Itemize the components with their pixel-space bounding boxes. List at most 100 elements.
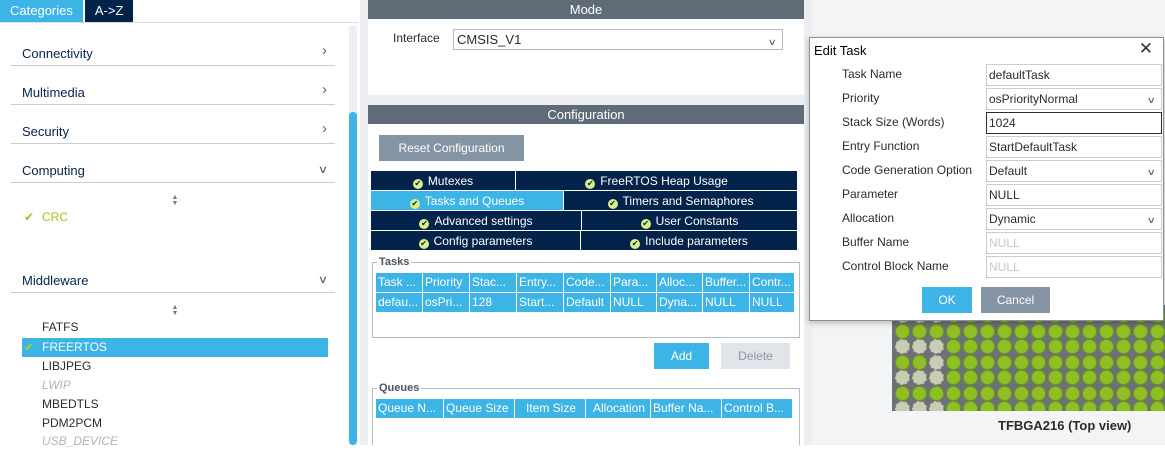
chip-pin[interactable]	[929, 339, 944, 354]
chip-pin[interactable]	[946, 385, 961, 401]
chip-pin[interactable]	[1014, 401, 1029, 411]
chip-pin[interactable]	[1133, 354, 1148, 370]
chip-pin[interactable]	[1099, 339, 1114, 354]
tab-mutexes[interactable]: ✔ Mutexes	[371, 171, 516, 191]
delete-task-button[interactable]: Delete	[721, 343, 790, 369]
tab-timers-and-semaphores[interactable]: ✔ Timers and Semaphores	[564, 191, 798, 211]
chip-pin[interactable]	[1014, 354, 1029, 370]
column-header[interactable]: Queue N...	[376, 399, 444, 418]
chip-pin[interactable]	[895, 370, 910, 385]
chip-pin[interactable]	[1133, 323, 1148, 339]
chip-pin[interactable]	[1082, 339, 1097, 354]
category-middleware[interactable]: Middleware ∨	[11, 265, 335, 293]
chip-pin[interactable]	[963, 323, 978, 339]
chip-pin[interactable]	[1048, 370, 1063, 385]
chip-pin[interactable]	[1048, 339, 1063, 354]
column-header[interactable]: Task ...	[376, 273, 423, 292]
chip-pin[interactable]	[895, 401, 910, 411]
category-computing[interactable]: Computing ∨	[11, 155, 335, 183]
chip-pin[interactable]	[1099, 323, 1114, 339]
column-header[interactable]: Buffer Na...	[651, 399, 722, 418]
chip-pin[interactable]	[1116, 385, 1131, 401]
chip-pin[interactable]	[1082, 323, 1097, 339]
chip-pin[interactable]	[963, 354, 978, 370]
chip-pin[interactable]	[980, 323, 995, 339]
chip-pin[interactable]	[997, 385, 1012, 401]
chip-pin[interactable]	[1048, 354, 1063, 370]
chip-pin[interactable]	[980, 401, 995, 411]
entry-function-input[interactable]: StartDefaultTask	[986, 136, 1162, 158]
priority-select[interactable]: osPriorityNormal ∨	[986, 88, 1162, 110]
category-multimedia[interactable]: Multimedia ›	[11, 77, 335, 105]
list-item-mbedtls[interactable]: MBEDTLS	[22, 395, 328, 414]
tab-freertos-heap-usage[interactable]: ✔ FreeRTOS Heap Usage	[516, 171, 798, 191]
stack-size-input[interactable]: 1024	[986, 112, 1162, 134]
reset-configuration-button[interactable]: Reset Configuration	[379, 135, 524, 161]
chip-pin[interactable]	[1150, 339, 1165, 354]
ok-button[interactable]: OK	[922, 287, 972, 313]
chip-pin[interactable]	[963, 339, 978, 354]
chip-pin[interactable]	[1048, 385, 1063, 401]
chip-pin[interactable]	[997, 339, 1012, 354]
chip-pin[interactable]	[1031, 385, 1046, 401]
allocation-select[interactable]: Dynamic ∨	[986, 208, 1162, 230]
chip-pin[interactable]	[1065, 323, 1080, 339]
tab-user-constants[interactable]: ✔ User Constants	[582, 211, 798, 231]
control-block-name-input[interactable]: NULL	[986, 256, 1162, 278]
list-item-pdm2pcm[interactable]: PDM2PCM	[22, 414, 328, 433]
chip-pin[interactable]	[1099, 401, 1114, 411]
column-header[interactable]: Entry...	[517, 273, 564, 292]
chip-pin[interactable]	[1065, 339, 1080, 354]
chip-pin[interactable]	[980, 385, 995, 401]
chip-pin[interactable]	[929, 354, 944, 370]
chip-pin[interactable]	[929, 401, 944, 411]
chip-pin[interactable]	[997, 370, 1012, 385]
chip-pin[interactable]	[946, 354, 961, 370]
chip-pin[interactable]	[1048, 323, 1063, 339]
chip-pin[interactable]	[912, 401, 927, 411]
add-task-button[interactable]: Add	[654, 343, 709, 369]
chip-pin[interactable]	[1014, 385, 1029, 401]
chip-pin[interactable]	[1014, 370, 1029, 385]
close-icon[interactable]: ✕	[1139, 39, 1153, 59]
chip-pin[interactable]	[1150, 354, 1165, 370]
task-name-input[interactable]: defaultTask	[986, 64, 1162, 86]
chip-pin[interactable]	[997, 323, 1012, 339]
category-connectivity[interactable]: Connectivity ›	[11, 38, 335, 66]
chip-pin[interactable]	[1133, 370, 1148, 385]
chip-pin[interactable]	[963, 401, 978, 411]
buffer-name-input[interactable]: NULL	[986, 232, 1162, 254]
column-header[interactable]: Stac...	[470, 273, 517, 292]
chip-pin[interactable]	[997, 354, 1012, 370]
chip-pin[interactable]	[1082, 370, 1097, 385]
column-header[interactable]: Alloc...	[657, 273, 703, 292]
sort-icon[interactable]: ▲ ▼	[170, 194, 180, 207]
parameter-input[interactable]: NULL	[986, 184, 1162, 206]
tab-advanced-settings[interactable]: ✔ Advanced settings	[371, 211, 582, 231]
chip-pin[interactable]	[946, 339, 961, 354]
chip-pin[interactable]	[1133, 385, 1148, 401]
chip-pin[interactable]	[1031, 401, 1046, 411]
chip-pin[interactable]	[1014, 339, 1029, 354]
chip-pin[interactable]	[963, 370, 978, 385]
column-header[interactable]: Priority	[423, 273, 470, 292]
chip-pin[interactable]	[1150, 401, 1165, 411]
chip-pin[interactable]	[980, 354, 995, 370]
chip-pin[interactable]	[1031, 354, 1046, 370]
chip-pin[interactable]	[946, 401, 961, 411]
chip-pin[interactable]	[1150, 370, 1165, 385]
chip-pin[interactable]	[1082, 385, 1097, 401]
chip-pin[interactable]	[1116, 354, 1131, 370]
chip-pin[interactable]	[895, 385, 910, 401]
chip-pin[interactable]	[912, 323, 927, 339]
tab-a-z[interactable]: A->Z	[84, 0, 134, 22]
chip-pin[interactable]	[963, 385, 978, 401]
chip-pin[interactable]	[946, 370, 961, 385]
list-item-crc[interactable]: ✔ CRC	[22, 208, 68, 227]
chip-pin[interactable]	[1048, 401, 1063, 411]
column-header[interactable]: Contr...	[750, 273, 795, 292]
chip-pin[interactable]	[980, 339, 995, 354]
code-generation-select[interactable]: Default ∨	[986, 160, 1162, 182]
column-header[interactable]: Queue Size	[444, 399, 515, 418]
chip-pin[interactable]	[929, 323, 944, 339]
